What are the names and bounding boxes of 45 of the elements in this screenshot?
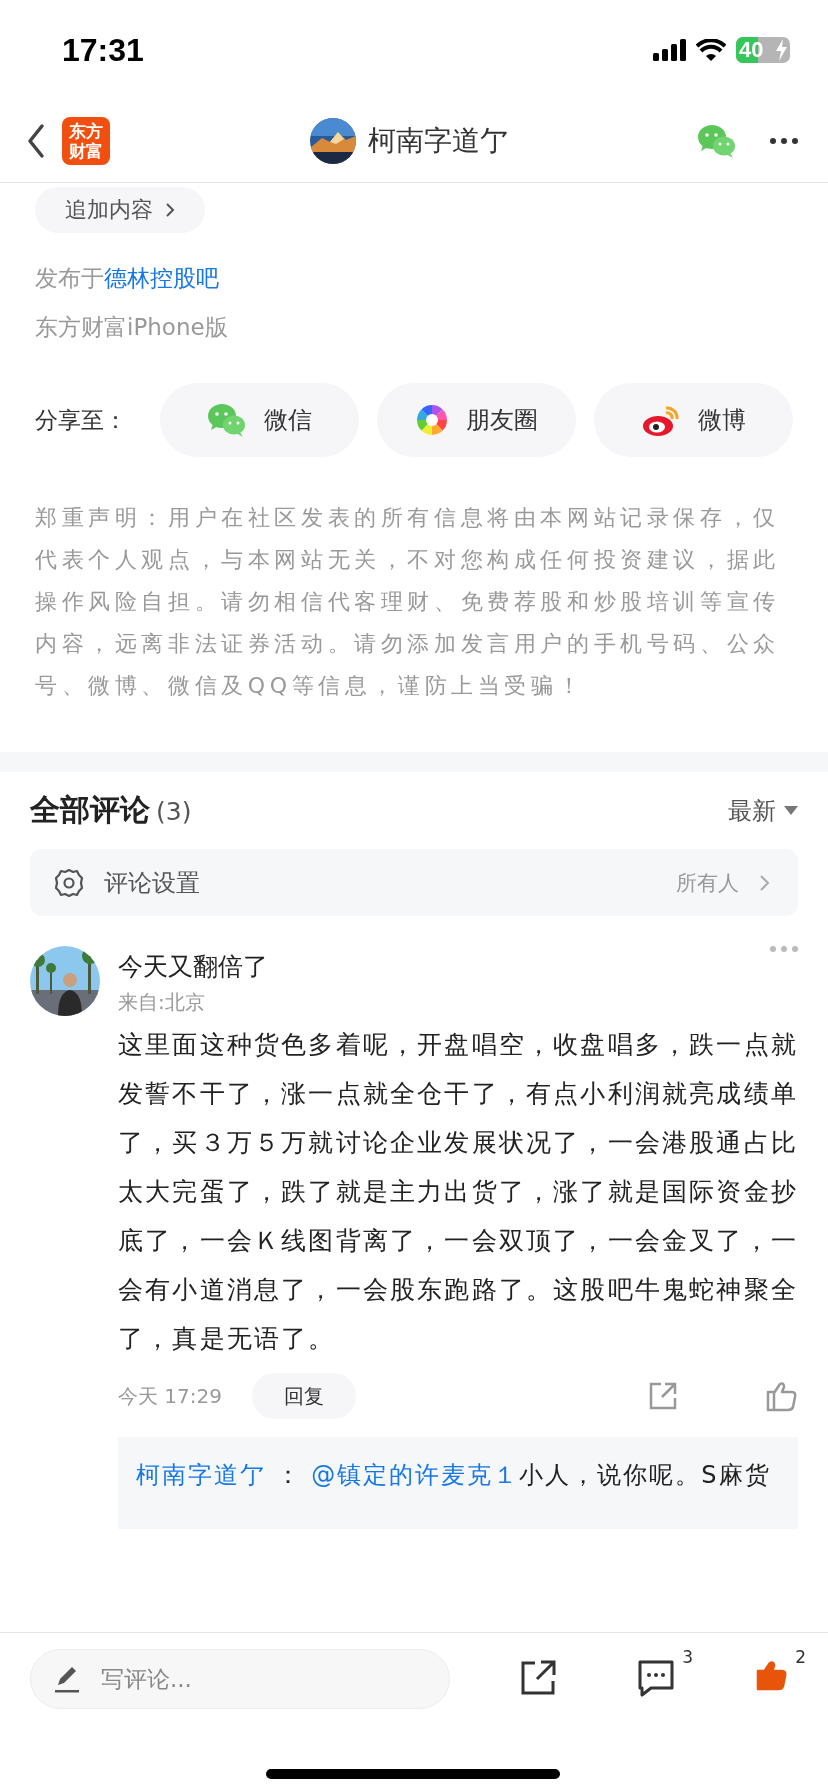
- comments-title: 全部评论: [30, 791, 150, 829]
- share-icon[interactable]: [519, 1659, 557, 1697]
- status-time: 17:31: [62, 31, 144, 69]
- thumbs-up-icon[interactable]: [765, 1379, 798, 1413]
- comment-input-field[interactable]: 写评论...: [30, 1649, 450, 1709]
- like-count-label: 2: [795, 1647, 806, 1667]
- chevron-icon: [759, 873, 770, 892]
- comment-text: 这里面这种货色多着呢，开盘唱空，收盘唱多，跌一点就发誓不干了，涨一点就全仓干了，有点小利润就亮成绩单了，买３万５万就讨论企业发展状况了，一会港股通占比太大完蛋了，跌了就是主力出货了，涨了就是国际资金抄底了，一会Ｋ线图背离了，一会双顶了，一会金叉了，一会有小道消息了，一会股东跑路了。这股吧牛鬼蛇神聚全了，真是无语了。: [118, 1029, 798, 1355]
- mention-link[interactable]: @镇定的许麦克１: [311, 1461, 520, 1489]
- aperture-icon: [415, 404, 448, 436]
- wechat-icon: [207, 402, 246, 438]
- username[interactable]: 今天又翻倍了: [118, 950, 268, 983]
- disclaimer-text: 郑重声明：用户在社区发表的所有信息将由本网站记录保存，仅代表个人观点，与本网站无关，不对您构成任何投资建议，据此操作风险自担。请勿相信代客理财、免费荐股和炒股培训等宣传内容，远离非法证券活动。请勿添加发言用户的手机号码、公众号、微博、微信及QQ等信息，谨防上当受骗！: [35, 504, 781, 700]
- back-icon[interactable]: [26, 122, 46, 160]
- share-button[interactable]: 微信: [160, 383, 359, 457]
- share-label: 分享至：: [35, 405, 128, 435]
- comment-count: (3): [156, 797, 192, 826]
- comment-settings-row[interactable]: 评论设置 所有人: [30, 849, 798, 916]
- source-text: 东方财富iPhone版: [35, 313, 229, 342]
- reply-author-link[interactable]: 柯南字道亇: [136, 1461, 266, 1489]
- published-in-text: 发布于德林控股吧: [35, 264, 220, 293]
- settings-value: 所有人: [676, 869, 739, 897]
- comment-time: 今天 17:29: [118, 1382, 222, 1410]
- forum-link[interactable]: 德林控股吧: [104, 265, 219, 291]
- chevron-icon: [165, 202, 175, 218]
- thumbs-up-icon[interactable]: [755, 1659, 788, 1692]
- dropdown-icon: [784, 806, 798, 815]
- share-button[interactable]: 朋友圈: [377, 383, 576, 457]
- app-logo[interactable]: 东方 财富: [62, 117, 110, 165]
- weibo-icon: [641, 403, 680, 437]
- page-title: 柯南字道亇: [368, 123, 508, 159]
- append-content-button[interactable]: 追加内容: [35, 187, 205, 233]
- sort-dropdown[interactable]: 最新: [728, 794, 798, 827]
- wechat-icon[interactable]: [697, 123, 736, 159]
- wifi-icon: [696, 39, 726, 61]
- settings-label: 评论设置: [104, 867, 200, 899]
- reply-button[interactable]: 回复: [252, 1373, 356, 1419]
- comment-count-label: 3: [682, 1647, 693, 1667]
- location-text: 来自:北京: [118, 989, 206, 1016]
- settings-icon: [54, 867, 84, 898]
- reply-text: 柯南字道亇 ： @镇定的许麦克１ 小人，说你呢。S麻货: [118, 1437, 798, 1529]
- share-button[interactable]: 微博: [594, 383, 793, 457]
- more-icon[interactable]: [770, 137, 798, 145]
- comment-icon[interactable]: [637, 1659, 675, 1697]
- signal-icon: [653, 39, 686, 61]
